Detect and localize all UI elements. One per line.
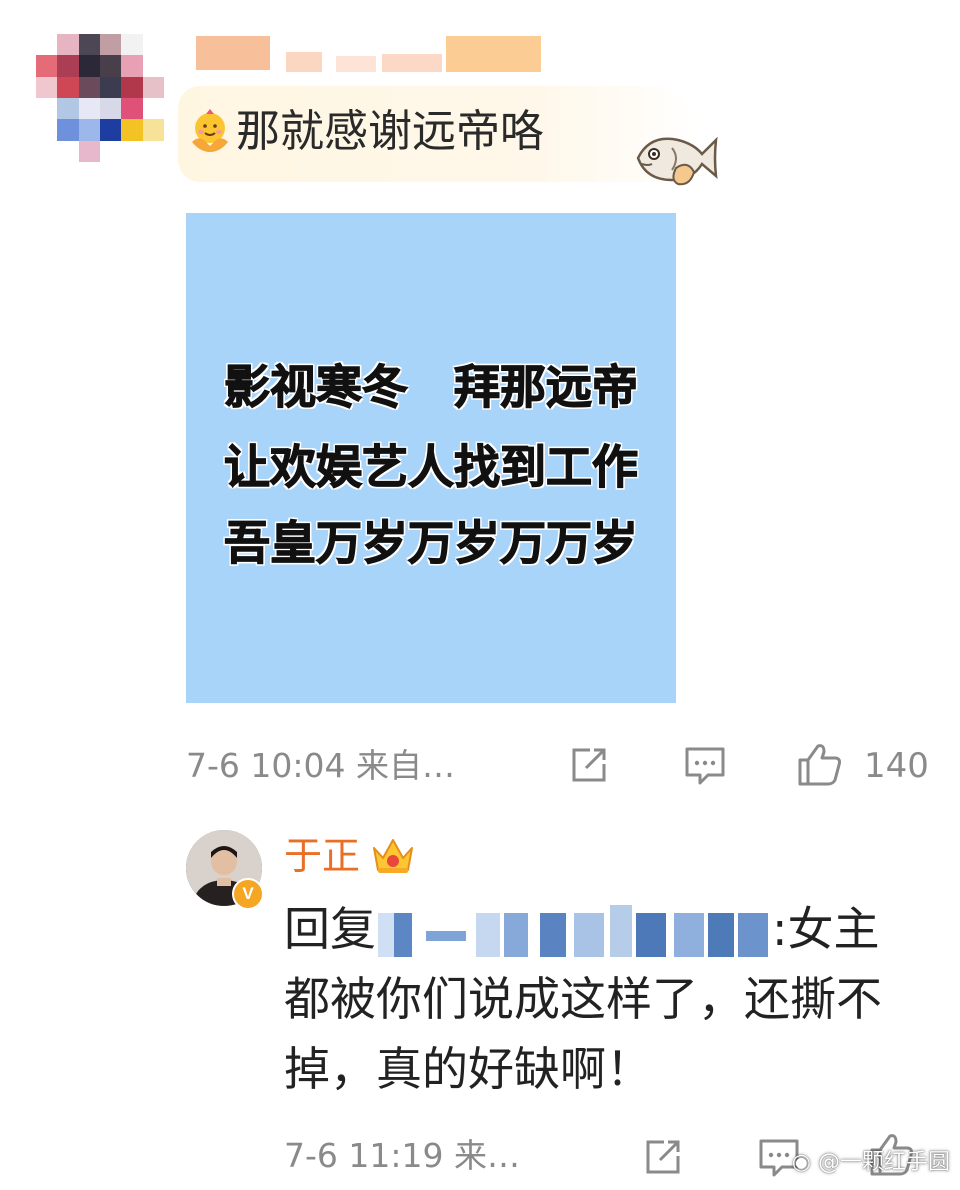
mentioned-user-blurred[interactable] (378, 904, 770, 961)
reply-author-name[interactable]: 于正 (284, 833, 360, 879)
crown-icon (373, 839, 413, 873)
reply-source[interactable]: 来… (454, 1136, 520, 1175)
comment-meta: 7-6 10:04 来自… (186, 746, 455, 786)
like-count: 140 (864, 746, 929, 786)
commenter-name-blurred[interactable] (196, 36, 541, 74)
share-icon[interactable] (566, 742, 612, 788)
weibo-logo-icon: ◉ (791, 1150, 811, 1175)
verified-badge-icon: V (232, 878, 264, 910)
comment-source[interactable]: 来自… (356, 746, 455, 785)
like-thumb-icon[interactable] (796, 740, 844, 788)
reply-text: 回复 :女主都被你们说成这样了，还撕不掉，真的好缺啊！ (284, 894, 924, 1104)
image-line-1: 影视寒冬 拜那远帝 (223, 359, 638, 414)
commenter-avatar-blurred[interactable] (36, 34, 164, 162)
reply-meta: 7-6 11:19 来… (284, 1136, 520, 1176)
comment-icon[interactable] (682, 742, 728, 788)
hug-emoji-icon (192, 109, 228, 152)
fish-sticker-icon (636, 136, 718, 186)
image-line-2: 让欢娱艺人找到工作 (223, 439, 638, 494)
comment-time: 7-6 10:04 (186, 746, 346, 785)
watermark: ◉ @一颗红手圆 (792, 1144, 950, 1176)
comment-image[interactable]: 影视寒冬 拜那远帝 让欢娱艺人找到工作 吾皇万岁万岁万万岁 (186, 213, 676, 703)
comment-text: 那就感谢远帝咯 (236, 106, 544, 157)
image-line-3: 吾皇万岁万岁万万岁 (223, 515, 638, 570)
watermark-text: @一颗红手圆 (817, 1150, 950, 1175)
reply-share-icon[interactable] (640, 1134, 686, 1180)
reply-prefix: 回复 (284, 902, 376, 956)
reply-time: 7-6 11:19 (284, 1136, 444, 1175)
